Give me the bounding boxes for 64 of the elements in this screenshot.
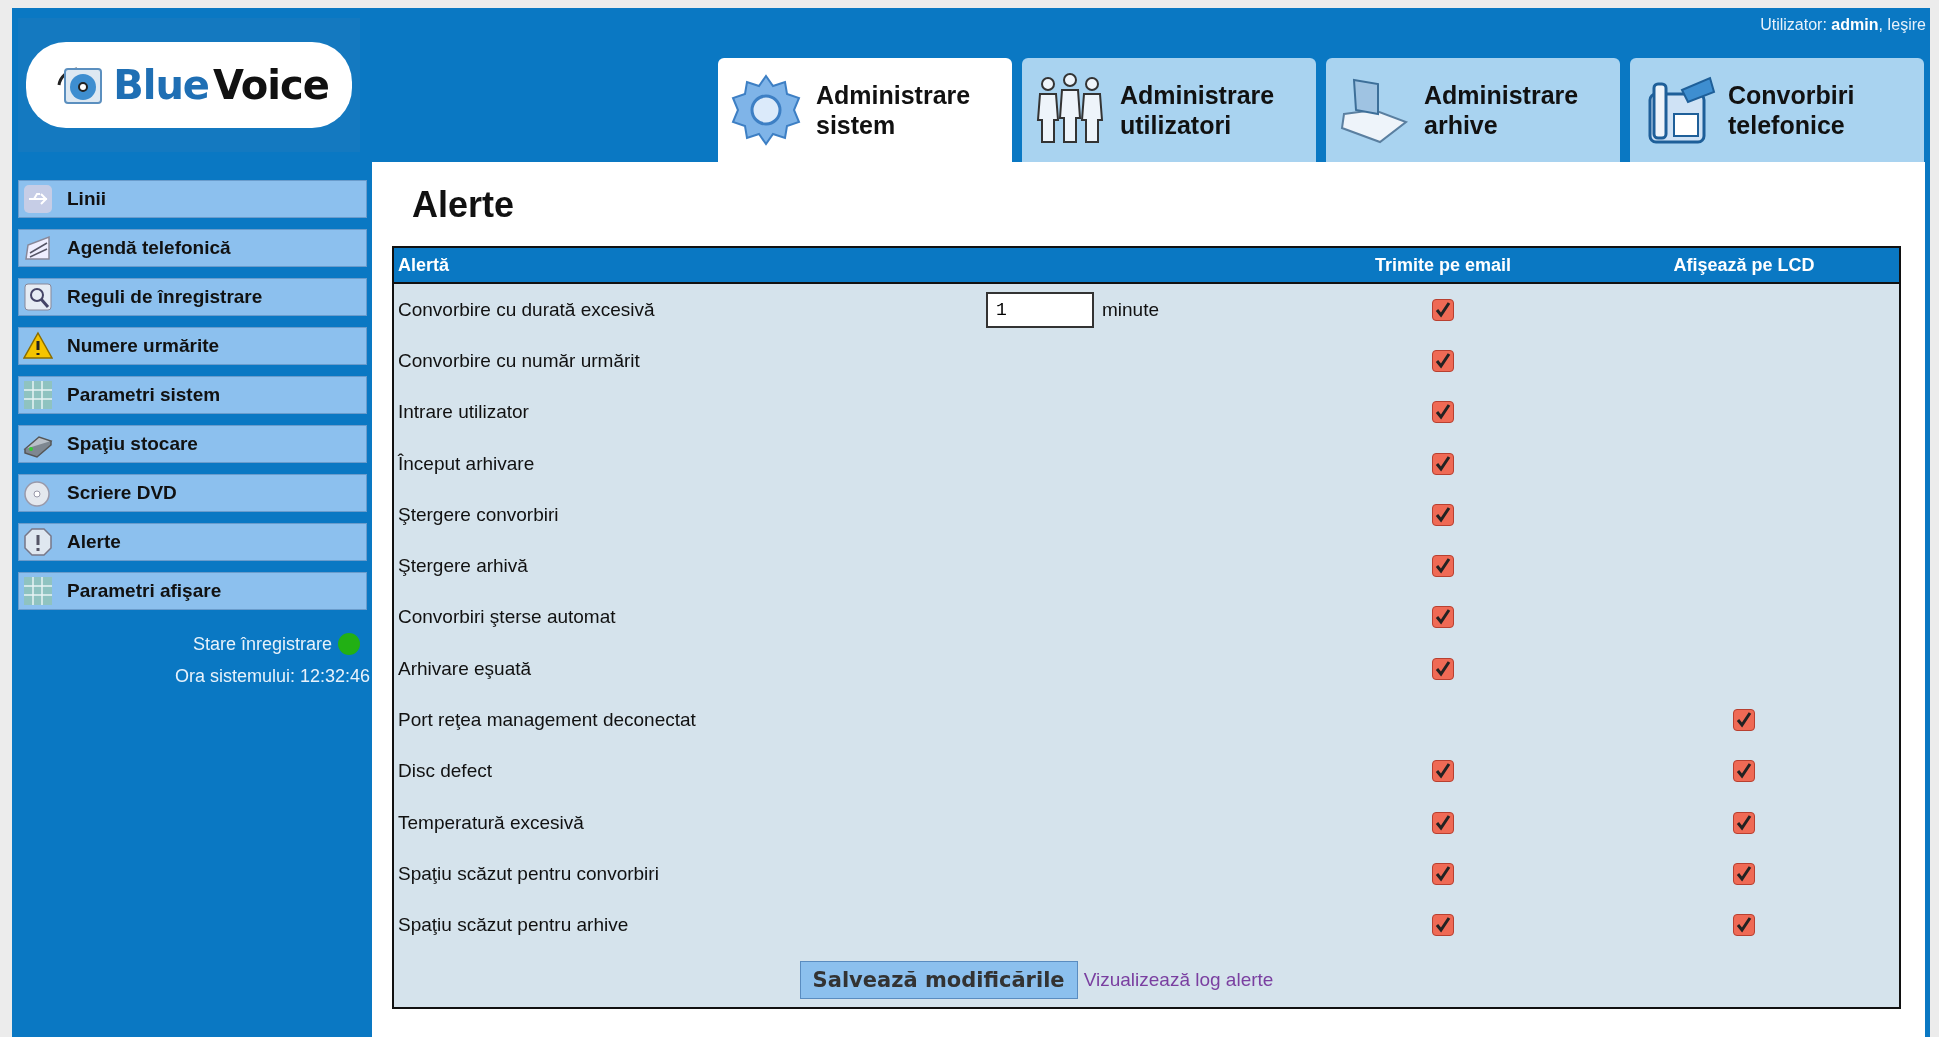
column-header: Trimite pe email (1373, 254, 1513, 276)
email-checkbox[interactable] (1432, 452, 1454, 475)
user-label: Utilizator: admin, (1760, 16, 1883, 35)
grid-icon (23, 576, 53, 606)
duration-input[interactable]: 1 (986, 291, 1094, 328)
column-header: Afişează pe LCD (1672, 254, 1816, 276)
alert-name: Convorbire cu număr urmărit (398, 349, 641, 372)
unit-label: minute (1102, 298, 1160, 321)
logo-text: Voice (213, 62, 329, 108)
alert-name: Convorbire cu durată excesivă (398, 298, 656, 321)
sidebar-item[interactable]: Spaţiu stocare (18, 425, 367, 463)
alert-name: Port reţea management deconectat (398, 709, 697, 731)
sidebar-item[interactable]: Parametri afişare (18, 572, 367, 610)
alert-log-link[interactable]: Vizualizează log alerte (1083, 968, 1274, 991)
warning-icon (23, 331, 53, 361)
alert-name: Ştergere convorbiri (398, 503, 560, 526)
email-checkbox[interactable] (1432, 657, 1454, 680)
email-checkbox[interactable] (1432, 349, 1454, 372)
tab[interactable]: Administrare utilizatori (1022, 58, 1316, 162)
email-checkbox[interactable] (1432, 298, 1454, 321)
sidebar-item[interactable]: Reguli de înregistrare (18, 278, 367, 316)
email-checkbox[interactable] (1432, 811, 1454, 834)
email-checkbox[interactable] (1432, 760, 1454, 783)
sidebar-item[interactable]: Scriere DVD (18, 474, 367, 512)
alert-name: Arhivare eşuată (398, 657, 533, 680)
lcd-checkbox[interactable] (1733, 862, 1755, 885)
lcd-checkbox[interactable] (1733, 760, 1755, 783)
alert-name: Temperatură excesivă (398, 811, 585, 834)
sidebar-item[interactable]: Linii (18, 180, 367, 218)
alert-name: Convorbiri şterse automat (398, 606, 617, 629)
email-checkbox[interactable] (1432, 914, 1454, 937)
tab[interactable]: Administrare arhive (1326, 58, 1620, 162)
logout-link[interactable]: Ieşire (1886, 16, 1926, 42)
tab[interactable]: Convorbiri telefonice (1630, 58, 1924, 162)
alert-name: Disc defect (398, 760, 493, 783)
email-checkbox[interactable] (1432, 401, 1454, 424)
alert-name: Început arhivare (398, 452, 536, 475)
alert-name: Ştergere arhivă (398, 555, 529, 578)
logo-text: Blue (113, 62, 209, 108)
column-header: Alertă (397, 254, 451, 276)
grid-icon (23, 380, 53, 410)
sidebar-item[interactable]: Alerte (18, 523, 367, 561)
email-checkbox[interactable] (1432, 606, 1454, 629)
note-icon (23, 233, 53, 263)
save-button[interactable]: Salvează modificările (799, 960, 1078, 999)
page-title: Alerte (412, 184, 516, 226)
system-time: Ora sistemului: 12:32:46 (174, 666, 370, 687)
sidebar-item[interactable]: Numere urmărite (18, 327, 367, 365)
lcd-checkbox[interactable] (1733, 709, 1755, 731)
magnifier-icon (23, 282, 53, 312)
sidebar-item[interactable]: Agendă telefonică (18, 229, 367, 267)
alert-name: Intrare utilizator (398, 401, 530, 424)
email-checkbox[interactable] (1432, 862, 1454, 885)
alert-name: Spaţiu scăzut pentru convorbiri (398, 862, 660, 885)
email-checkbox[interactable] (1432, 503, 1454, 526)
disc-icon (23, 478, 53, 508)
email-checkbox[interactable] (1432, 555, 1454, 578)
recording-status-label: Stare înregistrare (192, 633, 332, 655)
alert-icon (23, 527, 53, 557)
sidebar-item[interactable]: Parametri sistem (18, 376, 367, 414)
lcd-checkbox[interactable] (1733, 811, 1755, 834)
alert-name: Spaţiu scăzut pentru arhive (398, 914, 630, 937)
tab[interactable]: Administrare sistem (718, 58, 1012, 162)
lcd-checkbox[interactable] (1733, 914, 1755, 937)
